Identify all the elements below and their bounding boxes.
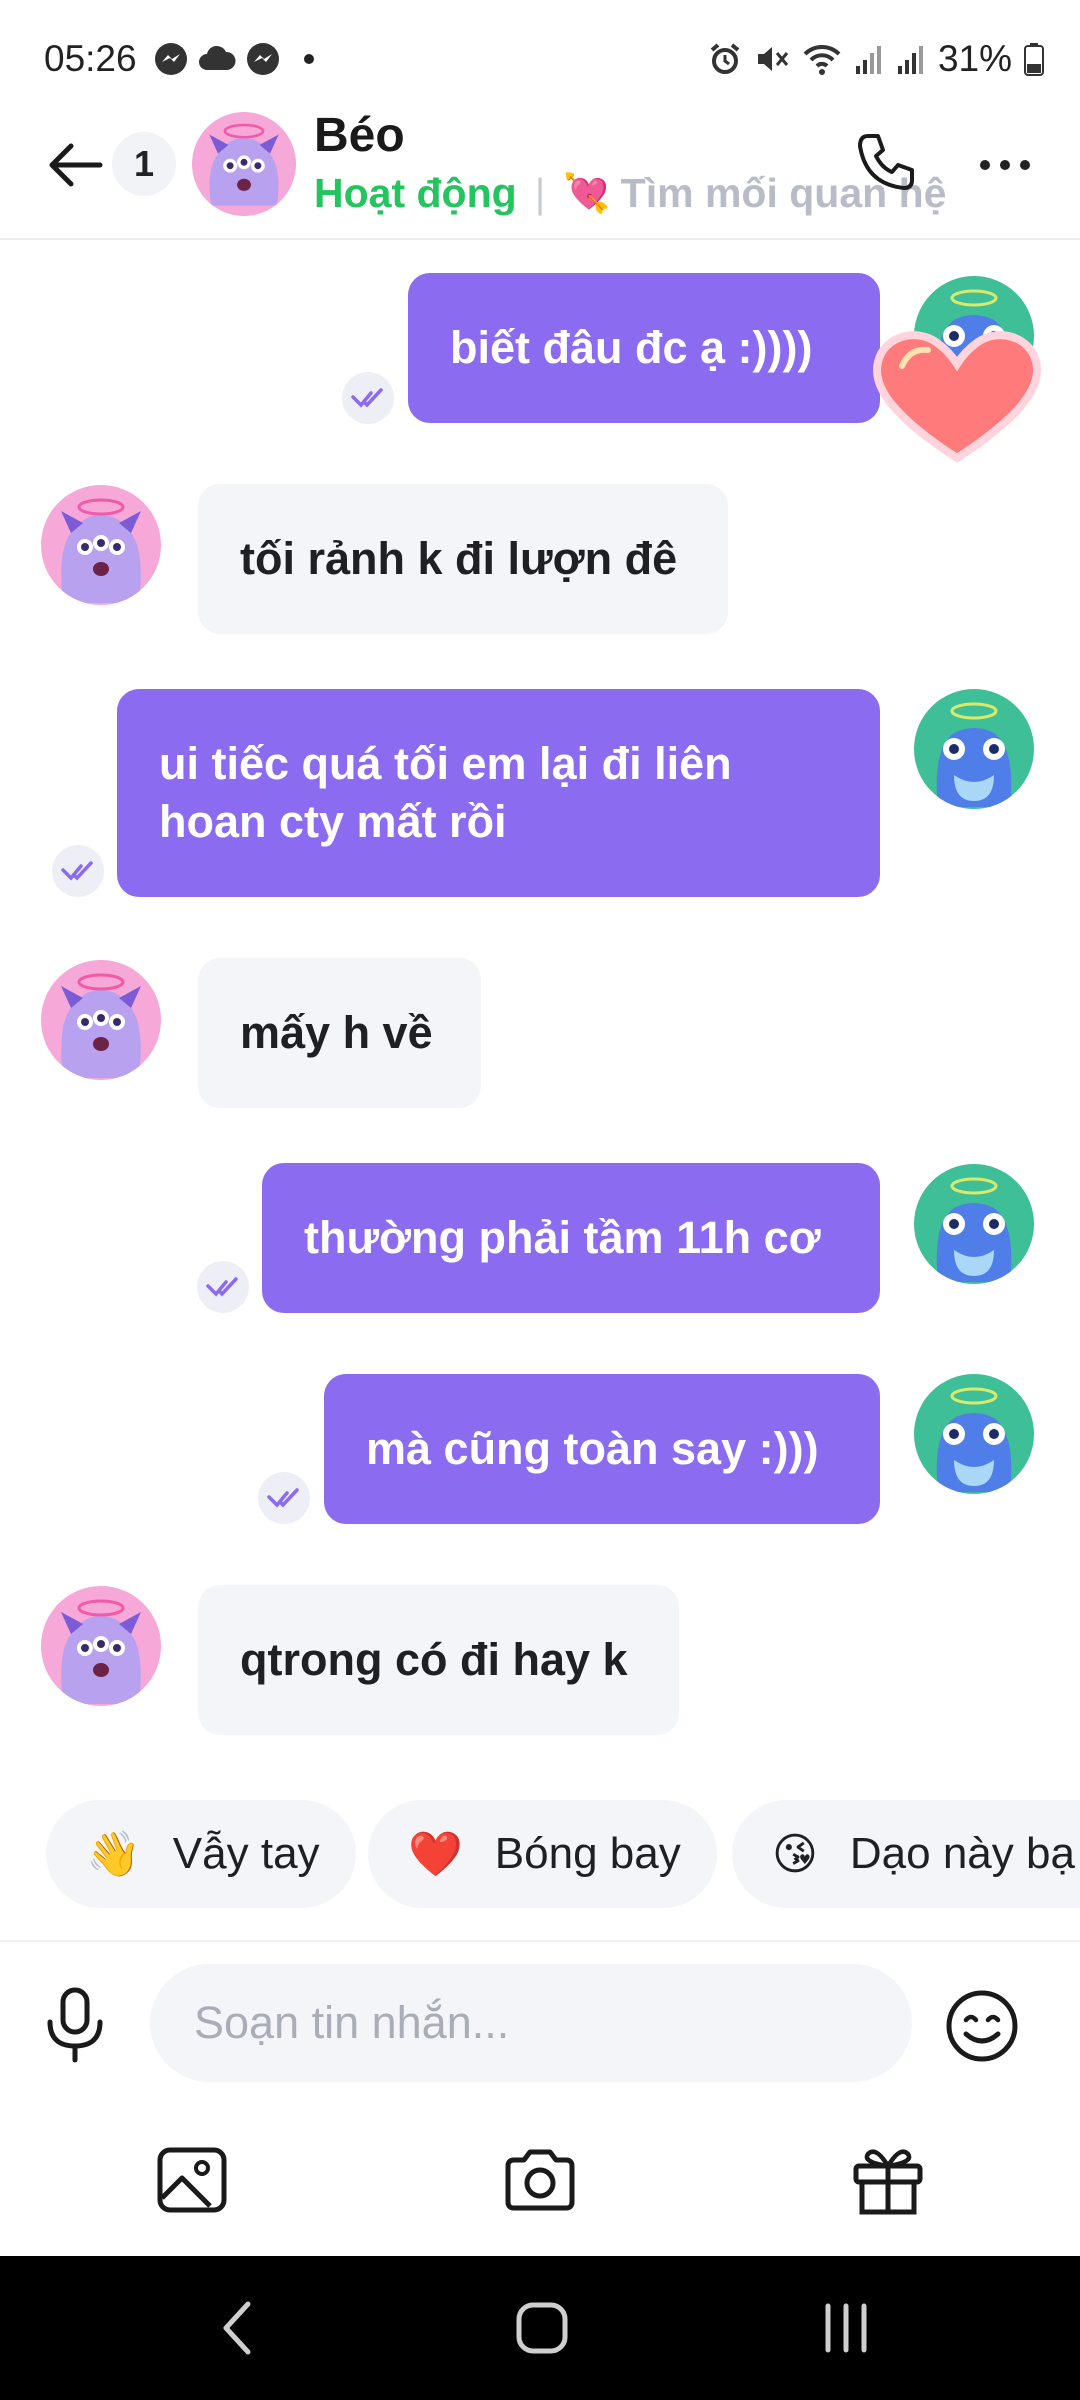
monster-avatar-icon: [41, 1586, 161, 1706]
avatar[interactable]: [192, 112, 296, 216]
quick-reply-how-are-you[interactable]: 😘 Dạo này bạ: [732, 1800, 1080, 1908]
my-avatar[interactable]: [914, 1374, 1034, 1494]
recents-icon: [825, 2303, 867, 2353]
contact-name: Béo: [314, 109, 405, 162]
seen-check-icon: [52, 845, 104, 897]
quick-reply-label: Vẫy tay: [172, 1829, 320, 1878]
gift-button[interactable]: [848, 2140, 928, 2220]
quick-reply-label: Dạo này bạ: [849, 1829, 1075, 1878]
separator: |: [534, 170, 546, 216]
dot-icon: [980, 160, 990, 170]
message-input[interactable]: [150, 1964, 912, 2082]
quick-reply-label: Bóng bay: [494, 1829, 681, 1878]
my-avatar[interactable]: [914, 1164, 1034, 1284]
nav-back-button[interactable]: [200, 2296, 280, 2360]
attachment-toolbar: [0, 2120, 1080, 2250]
monster-avatar-icon: [41, 960, 161, 1080]
chevron-left-icon: [223, 2301, 251, 2355]
dot-icon: [304, 54, 314, 64]
composer-bar: [0, 1940, 1080, 2082]
more-options-button[interactable]: [970, 140, 1040, 190]
notification-icons: [154, 42, 314, 76]
wink-kiss-icon: 😘: [772, 1829, 818, 1879]
blue-monster-avatar-icon: [914, 1164, 1034, 1284]
seen-check-icon: [197, 1261, 249, 1313]
emoji-button[interactable]: [944, 1988, 1020, 2064]
message-text: ui tiếc quá tối em lại đi liên hoan cty …: [159, 738, 732, 847]
contact-avatar[interactable]: [41, 1586, 161, 1706]
arrow-left-icon: [49, 143, 103, 187]
message-text: tối rảnh k đi lượn đê: [240, 533, 678, 584]
system-icons: 31%: [708, 38, 1044, 80]
cloud-icon: [199, 45, 236, 70]
dot-icon: [1000, 160, 1010, 170]
chat-header: 1 Béo Hoạt động | 💘 Tìm mối quan hệ: [0, 100, 1080, 240]
gift-icon: [853, 2149, 923, 2215]
signal-icon: [855, 46, 881, 74]
messenger-icon: [155, 43, 187, 75]
seen-check-icon: [258, 1472, 310, 1524]
call-button[interactable]: [850, 128, 920, 198]
contact-avatar[interactable]: [41, 485, 161, 605]
quick-replies: 👋 Vẫy tay ❤️ Bóng bay 😘 Dạo này bạ: [0, 1800, 1080, 1910]
message-text: biết đâu đc ạ :)))): [450, 322, 813, 373]
message-text: qtrong có đi hay k: [240, 1634, 628, 1685]
message-bubble-outgoing[interactable]: biết đâu đc ạ :)))): [408, 273, 880, 423]
status-bar: 05:26 31%: [0, 0, 1080, 100]
quick-reply-balloon[interactable]: ❤️ Bóng bay: [368, 1800, 717, 1908]
camera-button[interactable]: [500, 2140, 580, 2220]
message-text: mà cũng toàn say :))): [366, 1423, 819, 1474]
heart-arrow-icon: 💘: [563, 172, 611, 215]
message-bubble-incoming[interactable]: mấy h về: [198, 958, 481, 1108]
image-icon: [157, 2147, 227, 2213]
alarm-icon: [710, 43, 740, 74]
seen-check-icon: [342, 372, 394, 424]
nav-recents-button[interactable]: [806, 2296, 886, 2360]
phone-icon: [858, 134, 914, 190]
signal-icon: [897, 46, 923, 74]
message-bubble-outgoing[interactable]: mà cũng toàn say :))): [324, 1374, 880, 1524]
battery-icon: [1024, 43, 1044, 76]
message-bubble-incoming[interactable]: qtrong có đi hay k: [198, 1585, 679, 1735]
quick-reply-wave[interactable]: 👋 Vẫy tay: [46, 1800, 356, 1908]
image-button[interactable]: [152, 2140, 232, 2220]
message-text: mấy h về: [240, 1007, 433, 1058]
blue-monster-avatar-icon: [914, 689, 1034, 809]
monster-avatar-icon: [41, 485, 161, 605]
waving-hand-icon: 👋: [86, 1830, 141, 1879]
battery-percent: 31%: [937, 38, 1012, 79]
my-avatar[interactable]: [914, 689, 1034, 809]
microphone-icon: [47, 1987, 103, 2063]
mute-icon: [757, 47, 789, 71]
message-bubble-outgoing[interactable]: ui tiếc quá tối em lại đi liên hoan cty …: [117, 689, 880, 897]
heart-reaction-icon: [873, 331, 1041, 463]
message-text: thường phải tầm 11h cơ: [304, 1212, 821, 1263]
message-bubble-incoming[interactable]: tối rảnh k đi lượn đê: [198, 484, 728, 634]
contact-avatar[interactable]: [41, 960, 161, 1080]
dot-icon: [1020, 160, 1030, 170]
online-status: Hoạt động: [314, 170, 517, 216]
home-square-icon: [516, 2302, 568, 2354]
back-button[interactable]: [40, 130, 110, 200]
status-time: 05:26: [44, 38, 137, 79]
unread-count-badge[interactable]: 1: [112, 132, 176, 196]
monster-avatar-icon: [192, 112, 296, 216]
voice-button[interactable]: [40, 1986, 110, 2066]
message-bubble-outgoing[interactable]: thường phải tầm 11h cơ: [262, 1163, 880, 1313]
wifi-icon: [803, 44, 841, 75]
nav-home-button[interactable]: [502, 2296, 582, 2360]
system-navigation-bar: [0, 2256, 1080, 2400]
smiley-icon: [946, 1990, 1018, 2062]
blue-monster-avatar-icon: [914, 1374, 1034, 1494]
camera-icon: [505, 2149, 575, 2211]
messenger-icon: [247, 43, 279, 75]
heart-icon: ❤️: [408, 1830, 463, 1879]
